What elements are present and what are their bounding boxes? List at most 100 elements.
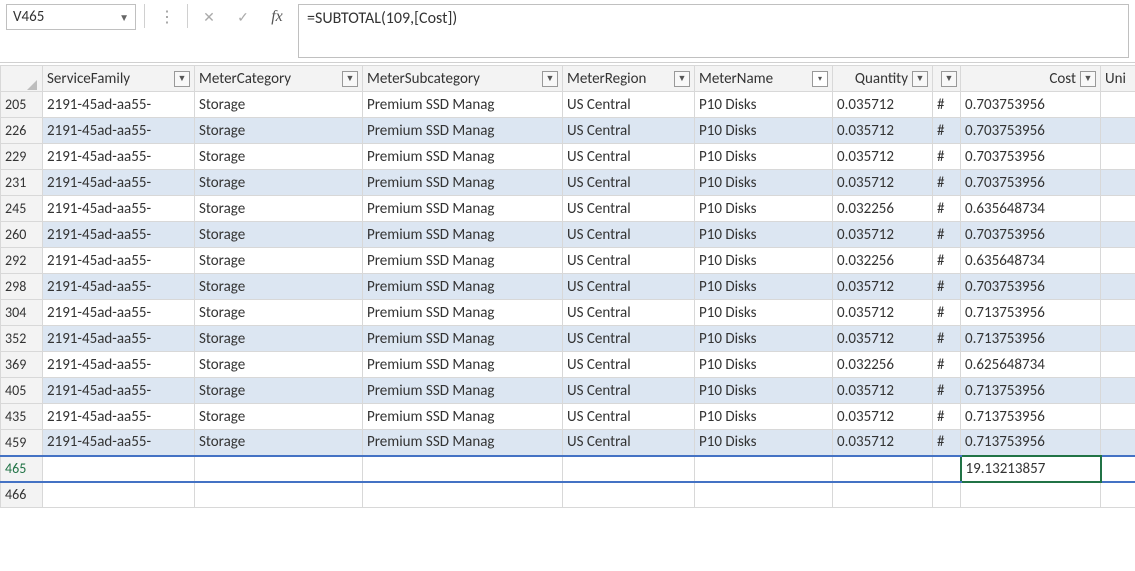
cell-meter-subcategory[interactable]: Premium SSD Manag bbox=[363, 378, 563, 404]
row-header[interactable]: 352 bbox=[1, 326, 43, 352]
cell-meter-subcategory[interactable]: Premium SSD Manag bbox=[363, 248, 563, 274]
cell[interactable] bbox=[363, 482, 563, 508]
cell-meter-category[interactable]: Storage bbox=[195, 404, 363, 430]
cell-cost[interactable]: 0.703753956 bbox=[961, 170, 1101, 196]
name-box[interactable]: V465 ▼ bbox=[6, 4, 136, 30]
cell-meter-category[interactable]: Storage bbox=[195, 430, 363, 456]
row-header[interactable]: 245 bbox=[1, 196, 43, 222]
cell-quantity[interactable]: 0.035712 bbox=[833, 326, 933, 352]
header-meter-name[interactable]: MeterName▾ bbox=[695, 66, 833, 92]
cell-uni[interactable] bbox=[1101, 222, 1135, 248]
cell-meter-category[interactable]: Storage bbox=[195, 118, 363, 144]
cell-meter-region[interactable]: US Central bbox=[563, 352, 695, 378]
ellipsis-icon[interactable]: ⋮ bbox=[153, 4, 179, 30]
cell-meter-subcategory[interactable]: Premium SSD Manag bbox=[363, 352, 563, 378]
row-header[interactable]: 465 bbox=[1, 456, 43, 482]
row-header[interactable]: 466 bbox=[1, 482, 43, 508]
cell-meter-name[interactable]: P10 Disks bbox=[695, 118, 833, 144]
cell-service-family[interactable]: 2191-45ad-aa55- bbox=[43, 92, 195, 118]
cell-meter-name[interactable]: P10 Disks bbox=[695, 300, 833, 326]
cell-uni[interactable] bbox=[1101, 378, 1135, 404]
row-header[interactable]: 459 bbox=[1, 430, 43, 456]
cell-overflow[interactable]: # bbox=[933, 404, 961, 430]
row-header[interactable]: 226 bbox=[1, 118, 43, 144]
cell[interactable] bbox=[833, 456, 933, 482]
cell-meter-region[interactable]: US Central bbox=[563, 196, 695, 222]
cell-quantity[interactable]: 0.035712 bbox=[833, 274, 933, 300]
cell-service-family[interactable]: 2191-45ad-aa55- bbox=[43, 170, 195, 196]
cell-overflow[interactable]: # bbox=[933, 326, 961, 352]
cell-uni[interactable] bbox=[1101, 352, 1135, 378]
cell-uni[interactable] bbox=[1101, 404, 1135, 430]
cell[interactable] bbox=[695, 456, 833, 482]
chevron-down-icon[interactable]: ▼ bbox=[119, 11, 129, 24]
row-header[interactable]: 229 bbox=[1, 144, 43, 170]
cell-uni[interactable] bbox=[1101, 196, 1135, 222]
cell[interactable] bbox=[695, 482, 833, 508]
cell-cost[interactable]: 0.703753956 bbox=[961, 222, 1101, 248]
cell-meter-name[interactable]: P10 Disks bbox=[695, 196, 833, 222]
cell-meter-category[interactable]: Storage bbox=[195, 248, 363, 274]
cell-meter-region[interactable]: US Central bbox=[563, 92, 695, 118]
cell[interactable] bbox=[43, 456, 195, 482]
cell-meter-name[interactable]: P10 Disks bbox=[695, 248, 833, 274]
cell-meter-name[interactable]: P10 Disks bbox=[695, 430, 833, 456]
cell-meter-subcategory[interactable]: Premium SSD Manag bbox=[363, 274, 563, 300]
cell-cost[interactable]: 0.635648734 bbox=[961, 196, 1101, 222]
cell[interactable] bbox=[563, 482, 695, 508]
cell[interactable] bbox=[1101, 456, 1135, 482]
filter-dropdown-icon[interactable]: ▼ bbox=[342, 71, 358, 87]
cell-meter-name[interactable]: P10 Disks bbox=[695, 92, 833, 118]
cell-cost[interactable]: 0.625648734 bbox=[961, 352, 1101, 378]
cell-meter-subcategory[interactable]: Premium SSD Manag bbox=[363, 300, 563, 326]
cell-overflow[interactable]: # bbox=[933, 300, 961, 326]
filter-dropdown-icon[interactable]: ▼ bbox=[941, 71, 957, 87]
cell-meter-category[interactable]: Storage bbox=[195, 196, 363, 222]
active-cell-total-cost[interactable]: 19.13213857 ▼ bbox=[961, 456, 1101, 482]
cell-service-family[interactable]: 2191-45ad-aa55- bbox=[43, 196, 195, 222]
row-header[interactable]: 231 bbox=[1, 170, 43, 196]
cell-uni[interactable] bbox=[1101, 92, 1135, 118]
cell-meter-category[interactable]: Storage bbox=[195, 274, 363, 300]
cell[interactable] bbox=[43, 482, 195, 508]
filter-dropdown-icon[interactable]: ▼ bbox=[1080, 71, 1096, 87]
cell-quantity[interactable]: 0.035712 bbox=[833, 378, 933, 404]
cell[interactable] bbox=[933, 482, 961, 508]
cell-meter-subcategory[interactable]: Premium SSD Manag bbox=[363, 196, 563, 222]
formula-input[interactable]: =SUBTOTAL(109,[Cost]) bbox=[298, 4, 1129, 58]
cell-meter-category[interactable]: Storage bbox=[195, 92, 363, 118]
cell-uni[interactable] bbox=[1101, 144, 1135, 170]
header-blank[interactable]: ▼ bbox=[933, 66, 961, 92]
cell[interactable] bbox=[363, 456, 563, 482]
cell-quantity[interactable]: 0.032256 bbox=[833, 248, 933, 274]
cell-meter-region[interactable]: US Central bbox=[563, 404, 695, 430]
cell-service-family[interactable]: 2191-45ad-aa55- bbox=[43, 430, 195, 456]
cell-meter-category[interactable]: Storage bbox=[195, 170, 363, 196]
cell-cost[interactable]: 0.635648734 bbox=[961, 248, 1101, 274]
cell-quantity[interactable]: 0.035712 bbox=[833, 170, 933, 196]
cell-service-family[interactable]: 2191-45ad-aa55- bbox=[43, 248, 195, 274]
cell-meter-subcategory[interactable]: Premium SSD Manag bbox=[363, 430, 563, 456]
cell-cost[interactable]: 0.713753956 bbox=[961, 430, 1101, 456]
cell-cost[interactable]: 0.703753956 bbox=[961, 92, 1101, 118]
cell-meter-region[interactable]: US Central bbox=[563, 248, 695, 274]
cell-uni[interactable] bbox=[1101, 300, 1135, 326]
cell-uni[interactable] bbox=[1101, 326, 1135, 352]
cell-uni[interactable] bbox=[1101, 248, 1135, 274]
cell-overflow[interactable]: # bbox=[933, 222, 961, 248]
row-header[interactable]: 260 bbox=[1, 222, 43, 248]
cell[interactable] bbox=[961, 482, 1101, 508]
cell-overflow[interactable]: # bbox=[933, 248, 961, 274]
cell-meter-category[interactable]: Storage bbox=[195, 378, 363, 404]
cell-meter-region[interactable]: US Central bbox=[563, 378, 695, 404]
cell-uni[interactable] bbox=[1101, 170, 1135, 196]
cell-cost[interactable]: 0.713753956 bbox=[961, 326, 1101, 352]
cell-meter-subcategory[interactable]: Premium SSD Manag bbox=[363, 404, 563, 430]
cell-quantity[interactable]: 0.035712 bbox=[833, 222, 933, 248]
cell[interactable] bbox=[563, 456, 695, 482]
cell-quantity[interactable]: 0.035712 bbox=[833, 300, 933, 326]
row-header[interactable]: 304 bbox=[1, 300, 43, 326]
cell-quantity[interactable]: 0.032256 bbox=[833, 196, 933, 222]
cell-meter-subcategory[interactable]: Premium SSD Manag bbox=[363, 326, 563, 352]
filter-dropdown-icon[interactable]: ▼ bbox=[674, 71, 690, 87]
